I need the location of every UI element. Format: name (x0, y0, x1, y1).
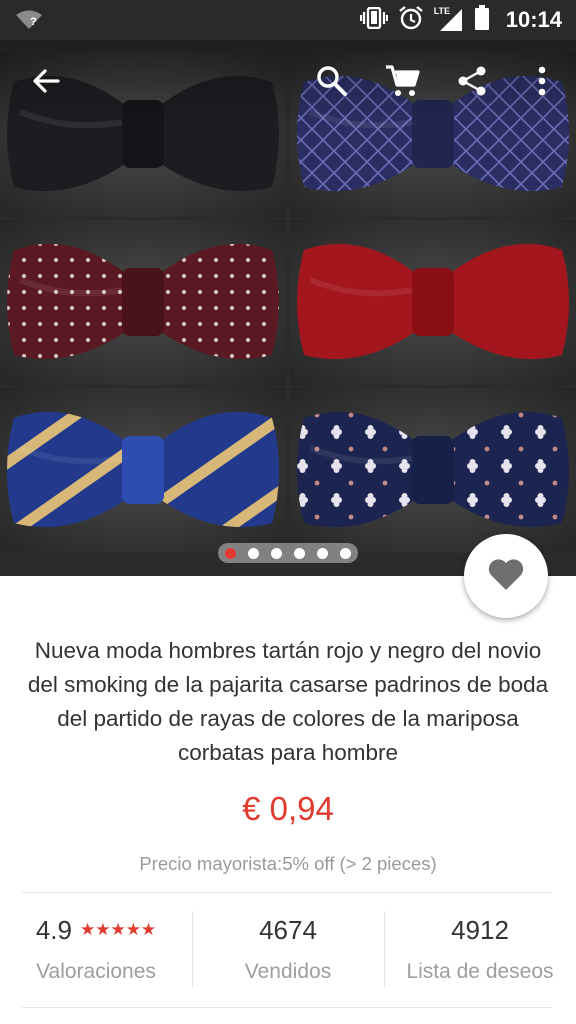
status-right: LTE 10:14 (359, 4, 562, 36)
share-button[interactable] (452, 63, 492, 103)
status-time: 10:14 (505, 7, 562, 32)
product-price: € 0,94 (242, 790, 334, 827)
page-dot[interactable] (225, 547, 236, 559)
stat-label-ratings: Valoraciones (36, 959, 156, 983)
divider (22, 1007, 552, 1008)
product-stats: 4.9 ★★★★★ Valoraciones 4674 Vendidos 491… (0, 893, 576, 1005)
stat-ratings[interactable]: 4.9 ★★★★★ Valoraciones (0, 893, 192, 1005)
wishlist-button[interactable] (464, 534, 548, 618)
wishlist-count: 4912 (451, 914, 509, 945)
cart-button[interactable] (382, 63, 422, 103)
toolbar-actions (312, 63, 562, 103)
alarm-icon (398, 5, 424, 36)
page-dot[interactable] (294, 547, 305, 559)
heart-icon (487, 557, 525, 596)
wifi-badge: ? (30, 16, 37, 28)
page-dot[interactable] (271, 547, 282, 559)
navy-gold-stripe-bow-tie-image (0, 388, 286, 553)
stat-label-sold: Vendidos (244, 959, 332, 983)
product-title: Nueva moda hombres tartán rojo y negro d… (27, 638, 549, 765)
navy-floral-bow-tie-image (290, 388, 576, 553)
rating-stars-icon: ★★★★★ (79, 920, 157, 939)
vibrate-icon (359, 6, 388, 34)
stat-sold[interactable]: 4674 Vendidos (192, 893, 384, 1005)
page-dot[interactable] (317, 547, 328, 559)
status-left: ? (16, 10, 42, 30)
rating-row: 4.9 ★★★★★ (36, 915, 156, 946)
gallery-page-indicator[interactable] (218, 543, 358, 563)
share-icon (456, 65, 488, 102)
status-bar: ? LTE 10:14 (0, 0, 576, 40)
back-arrow-icon (31, 66, 61, 101)
signal-icon: LTE (434, 6, 464, 32)
cart-icon (384, 64, 420, 103)
stat-wishlist[interactable]: 4912 Lista de deseos (384, 893, 576, 1005)
rating-value: 4.9 (35, 914, 72, 945)
page-dot[interactable] (340, 547, 351, 559)
wholesale-price-note: Precio mayorista:5% off (> 2 pieces) (139, 853, 437, 874)
more-vert-icon (537, 66, 547, 101)
wifi-unknown-icon: ? (16, 10, 42, 30)
page-dot[interactable] (248, 547, 259, 559)
search-button[interactable] (312, 63, 352, 103)
red-bow-tie-image (290, 220, 576, 385)
search-icon (316, 65, 348, 102)
top-action-bar (0, 40, 576, 126)
stat-label-wishlist: Lista de deseos (406, 959, 554, 983)
sold-count: 4674 (259, 914, 317, 945)
burgundy-dot-bow-tie-image (0, 220, 286, 385)
battery-icon (474, 4, 490, 36)
more-options-button[interactable] (522, 63, 562, 103)
back-button[interactable] (26, 63, 66, 103)
